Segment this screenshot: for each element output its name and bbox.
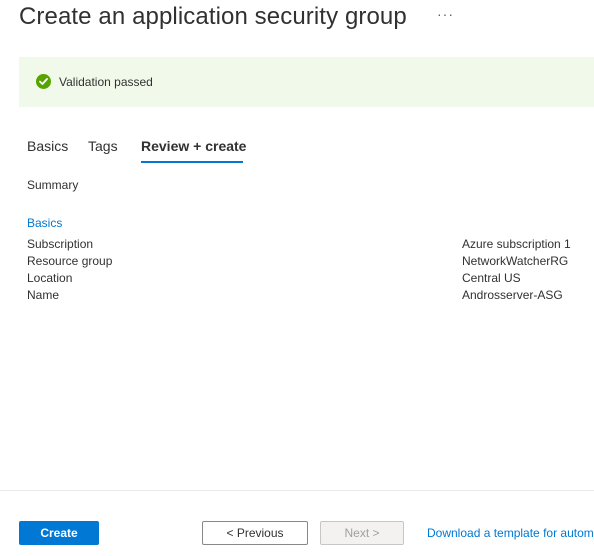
tab-tags[interactable]: Tags [88,137,118,155]
summary-value: Androsserver-ASG [462,288,563,302]
summary-label: Resource group [27,254,113,268]
check-circle-icon [36,74,51,89]
summary-label: Location [27,271,73,285]
validation-banner: Validation passed [19,57,594,107]
basics-section-heading: Basics [27,216,63,230]
create-button[interactable]: Create [19,521,99,545]
validation-message: Validation passed [59,75,153,89]
more-options-icon[interactable]: ··· [437,6,454,22]
summary-label: Name [27,288,60,302]
summary-row-resource-group: Resource group NetworkWatcherRG [27,253,594,270]
summary-value: NetworkWatcherRG [462,254,569,268]
summary-value: Central US [462,271,521,285]
page-title: Create an application security group [19,3,407,30]
footer-divider [0,490,594,491]
summary-row-subscription: Subscription Azure subscription 1 [27,236,594,253]
summary-value: Azure subscription 1 [462,237,571,251]
summary-heading: Summary [27,178,79,192]
summary-row-location: Location Central US [27,270,594,287]
download-template-link[interactable]: Download a template for automation [427,525,594,541]
create-asg-page: Create an application security group ···… [0,0,594,556]
tab-review-create[interactable]: Review + create [141,137,246,155]
active-tab-indicator [141,161,243,163]
previous-button[interactable]: < Previous [202,521,308,545]
next-button[interactable]: Next > [320,521,404,545]
summary-label: Subscription [27,237,94,251]
tab-basics[interactable]: Basics [27,137,68,155]
summary-row-name: Name Androsserver-ASG [27,287,594,304]
